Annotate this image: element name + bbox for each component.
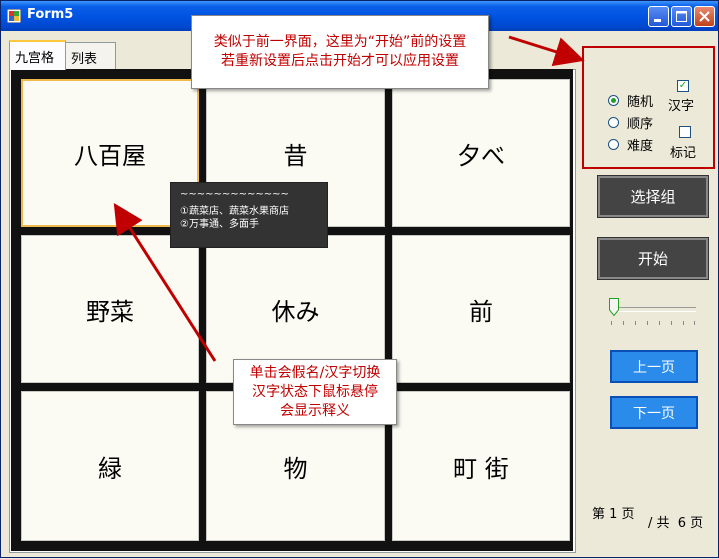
callout-line: 单击会假名/汉字切换 bbox=[249, 365, 381, 381]
prev-page-button[interactable]: 上一页 bbox=[610, 350, 698, 383]
close-icon bbox=[699, 11, 710, 22]
settings-callout: 类似于前一界面，这里为“开始”前的设置 若重新设置后点击开始才可以应用设置 bbox=[191, 15, 489, 89]
slider-thumb[interactable] bbox=[609, 298, 619, 316]
slider-tick bbox=[671, 321, 672, 325]
grid-cell[interactable]: 夕べ bbox=[392, 79, 570, 227]
app-window: Form5 九宫格 列表 八百屋 昔 夕べ 野菜 休み 前 緑 物 町 街 ~~… bbox=[0, 0, 719, 558]
callout-line: 会显示释义 bbox=[280, 403, 350, 419]
slider-tick bbox=[635, 321, 636, 325]
slider-tick bbox=[659, 321, 660, 325]
maximize-icon bbox=[676, 11, 687, 22]
grid-cell[interactable]: 前 bbox=[392, 235, 570, 383]
tab-list[interactable]: 列表 bbox=[65, 42, 116, 69]
grid-cell[interactable]: 野菜 bbox=[21, 235, 199, 383]
slider-tick bbox=[683, 321, 684, 325]
close-button[interactable] bbox=[694, 6, 715, 27]
window-title: Form5 bbox=[27, 7, 74, 22]
app-icon bbox=[7, 9, 21, 23]
grid-cell[interactable]: 緑 bbox=[21, 391, 199, 541]
slider-tick bbox=[694, 321, 695, 325]
slider-tick bbox=[647, 321, 648, 325]
grid-cell[interactable]: 町 街 bbox=[392, 391, 570, 541]
meaning-tooltip: ~~~~~~~~~~~~~ ①蔬菜店、蔬菜水果商店 ②万事通、多面手 bbox=[170, 182, 328, 248]
minimize-icon bbox=[654, 19, 661, 22]
minimize-button[interactable] bbox=[648, 6, 669, 27]
tooltip-title: ~~~~~~~~~~~~~ bbox=[180, 189, 289, 200]
settings-highlight-box bbox=[582, 46, 715, 169]
callout-line: 类似于前一界面，这里为“开始”前的设置 bbox=[213, 34, 467, 50]
select-group-button[interactable]: 选择组 bbox=[597, 175, 709, 218]
maximize-button[interactable] bbox=[671, 6, 692, 27]
tooltip-line: ②万事通、多面手 bbox=[180, 219, 259, 230]
callout-line: 若重新设置后点击开始才可以应用设置 bbox=[221, 53, 459, 69]
next-page-button[interactable]: 下一页 bbox=[610, 396, 698, 429]
slider-tick bbox=[623, 321, 624, 325]
tab-nine-grid[interactable]: 九宫格 bbox=[9, 40, 66, 70]
callout-line: 汉字状态下鼠标悬停 bbox=[252, 384, 378, 400]
tooltip-line: ①蔬菜店、蔬菜水果商店 bbox=[180, 206, 289, 217]
slider-tick bbox=[611, 321, 612, 325]
start-button[interactable]: 开始 bbox=[597, 237, 709, 280]
click-callout: 单击会假名/汉字切换 汉字状态下鼠标悬停 会显示释义 bbox=[233, 359, 397, 425]
total-pages-label: / 共 6 页 bbox=[648, 516, 704, 531]
current-page-label: 第 1 页 bbox=[592, 507, 635, 522]
slider-track[interactable] bbox=[610, 307, 696, 312]
nine-grid: 八百屋 昔 夕べ 野菜 休み 前 緑 物 町 街 bbox=[11, 69, 573, 551]
